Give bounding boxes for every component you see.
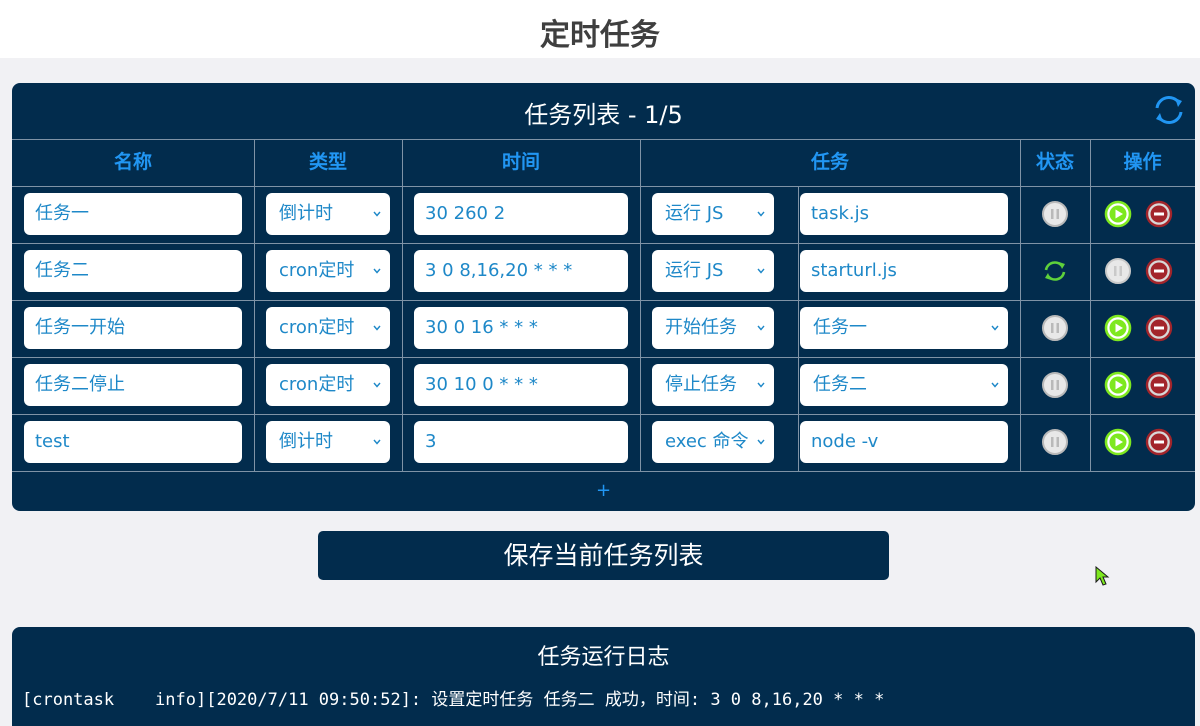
chevron-down-icon — [757, 439, 765, 445]
task-type-value: cron定时 — [279, 317, 355, 338]
grid-line — [12, 471, 1195, 472]
task-time-input[interactable]: 30 0 16 * * * — [414, 307, 628, 349]
task-time-input[interactable]: 30 260 2 — [414, 193, 628, 235]
start-icon[interactable] — [1104, 371, 1132, 399]
grid-line — [12, 243, 1195, 244]
task-type-select[interactable]: cron定时 — [266, 250, 390, 292]
chevron-down-icon — [991, 382, 999, 388]
task-action-select[interactable]: 运行 JS — [652, 193, 774, 235]
task-type-value: 倒计时 — [279, 203, 333, 224]
save-task-list-button[interactable]: 保存当前任务列表 — [318, 531, 889, 580]
task-action-select[interactable]: 运行 JS — [652, 250, 774, 292]
task-action-select[interactable]: 停止任务 — [652, 364, 774, 406]
chevron-down-icon — [991, 325, 999, 331]
pause-icon — [1042, 201, 1068, 227]
pause-icon — [1042, 372, 1068, 398]
stop-icon[interactable] — [1145, 428, 1173, 456]
chevron-down-icon — [373, 325, 381, 331]
task-type-select[interactable]: cron定时 — [266, 307, 390, 349]
page-title: 定时任务 — [540, 18, 660, 53]
task-name-input[interactable]: 任务一开始 — [24, 307, 242, 349]
task-log-panel: 任务运行日志 [crontask info][2020/7/11 09:50:5… — [12, 627, 1195, 726]
task-log-title: 任务运行日志 — [537, 645, 670, 670]
chevron-down-icon — [757, 268, 765, 274]
grid-line — [12, 139, 1195, 140]
grid-line — [12, 357, 1195, 358]
task-target-select[interactable]: 任务一 — [800, 307, 1008, 349]
task-action-value: exec 命令 — [665, 431, 749, 452]
stop-icon[interactable] — [1145, 200, 1173, 228]
task-name-input[interactable]: 任务二停止 — [24, 364, 242, 406]
chevron-down-icon — [757, 382, 765, 388]
task-name-input[interactable]: test — [24, 421, 242, 463]
grid-line — [254, 139, 255, 471]
task-type-select[interactable]: cron定时 — [266, 364, 390, 406]
pause-icon[interactable] — [1104, 257, 1132, 285]
grid-line — [1020, 139, 1021, 471]
stop-icon[interactable] — [1145, 257, 1173, 285]
task-target-input[interactable]: task.js — [800, 193, 1008, 235]
grid-line — [798, 186, 799, 471]
task-action-value: 运行 JS — [665, 203, 724, 224]
column-header-task: 任务 — [810, 151, 849, 173]
task-time-input[interactable]: 3 0 8,16,20 * * * — [414, 250, 628, 292]
task-target-input[interactable]: starturl.js — [800, 250, 1008, 292]
chevron-down-icon — [373, 382, 381, 388]
refresh-icon[interactable] — [1151, 92, 1187, 128]
chevron-down-icon — [373, 211, 381, 217]
mouse-cursor-icon — [1095, 566, 1110, 586]
grid-line — [12, 186, 1195, 187]
task-action-select[interactable]: exec 命令 — [652, 421, 774, 463]
grid-line — [1090, 139, 1091, 471]
task-target-value: 任务一 — [813, 317, 867, 338]
task-type-value: cron定时 — [279, 374, 355, 395]
task-list-panel: 任务列表 - 1/5 名称 类型 时间 任务 状态 操作 任务一 倒计时 30 26… — [12, 83, 1195, 511]
column-header-name: 名称 — [113, 151, 152, 173]
column-header-type: 类型 — [308, 151, 347, 173]
start-icon[interactable] — [1104, 200, 1132, 228]
task-action-value: 运行 JS — [665, 260, 724, 281]
task-type-value: 倒计时 — [279, 431, 333, 452]
chevron-down-icon — [757, 211, 765, 217]
chevron-down-icon — [373, 439, 381, 445]
task-list-title: 任务列表 - 1/5 — [524, 101, 683, 129]
add-task-button[interactable]: + — [12, 477, 1195, 505]
stop-icon[interactable] — [1145, 314, 1173, 342]
stop-icon[interactable] — [1145, 371, 1173, 399]
start-icon[interactable] — [1104, 428, 1132, 456]
task-target-value: 任务二 — [813, 374, 867, 395]
column-header-ops: 操作 — [1123, 151, 1162, 173]
task-name-input[interactable]: 任务一 — [24, 193, 242, 235]
grid-line — [640, 139, 641, 471]
task-action-value: 开始任务 — [665, 317, 737, 338]
pause-icon — [1042, 429, 1068, 455]
task-action-select[interactable]: 开始任务 — [652, 307, 774, 349]
log-line: [crontask info][2020/7/11 09:50:52]: 设置定… — [22, 690, 885, 710]
task-time-input[interactable]: 30 10 0 * * * — [414, 364, 628, 406]
task-type-select[interactable]: 倒计时 — [266, 421, 390, 463]
task-type-value: cron定时 — [279, 260, 355, 281]
task-name-input[interactable]: 任务二 — [24, 250, 242, 292]
chevron-down-icon — [373, 268, 381, 274]
pause-icon — [1042, 315, 1068, 341]
grid-line — [402, 139, 403, 471]
task-time-input[interactable]: 3 — [414, 421, 628, 463]
grid-line — [12, 300, 1195, 301]
task-action-value: 停止任务 — [665, 374, 737, 395]
task-target-input[interactable]: node -v — [800, 421, 1008, 463]
sync-icon — [1044, 261, 1066, 281]
chevron-down-icon — [757, 325, 765, 331]
task-type-select[interactable]: 倒计时 — [266, 193, 390, 235]
task-target-select[interactable]: 任务二 — [800, 364, 1008, 406]
start-icon[interactable] — [1104, 314, 1132, 342]
column-header-time: 时间 — [501, 151, 540, 173]
column-header-status: 状态 — [1035, 151, 1074, 173]
page-header: 定时任务 — [0, 0, 1200, 58]
grid-line — [12, 414, 1195, 415]
